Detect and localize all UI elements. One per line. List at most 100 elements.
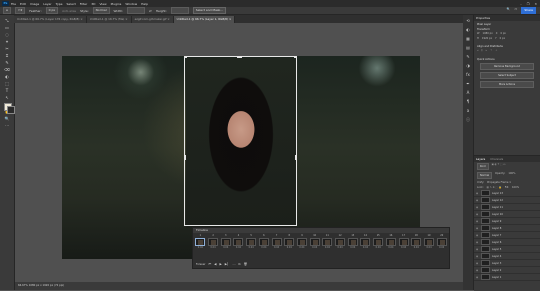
timeline-frame[interactable]: 10 0.04 — [309, 234, 320, 250]
timeline-frame[interactable]: 13 0.04 — [347, 234, 358, 250]
glyphs-icon[interactable]: a — [464, 107, 472, 114]
frame-delay[interactable]: 0.04 — [198, 246, 203, 249]
brush-icon[interactable]: ✎ — [464, 53, 472, 60]
marquee-tool-preset-icon[interactable]: ▭▾ — [14, 7, 26, 14]
frame-delay[interactable]: 0.04 — [236, 246, 241, 249]
align-right-icon[interactable]: ⫸ — [486, 49, 487, 52]
frame-delay[interactable]: 0.04 — [426, 246, 431, 249]
home-icon[interactable]: ⌂ — [3, 7, 11, 14]
tool-icon[interactable]: ✂ — [2, 46, 12, 52]
menu-item-window[interactable]: Window — [125, 2, 137, 6]
share-button[interactable]: Share — [521, 7, 536, 14]
y-input[interactable]: 0 px — [500, 37, 505, 40]
visibility-eye-icon[interactable]: ◉ — [476, 255, 479, 258]
transform-handle-top-left[interactable] — [184, 56, 187, 58]
visibility-eye-icon[interactable]: ◉ — [476, 213, 479, 216]
tool-icon[interactable]: ⌗ — [2, 53, 12, 59]
minimize-button[interactable]: – — [520, 2, 522, 6]
tool-icon[interactable]: T — [2, 88, 12, 94]
tool-icon[interactable]: ✎ — [2, 60, 12, 66]
layer-row[interactable]: ◉ Layer 7 — [474, 232, 540, 239]
frame-delay[interactable]: 0.04 — [261, 246, 266, 249]
propagate-checkbox[interactable]: Propagate Frame 1 — [487, 181, 511, 184]
lock-icons[interactable]: ▦ ✎ ✥ ⬚ 🔒 — [487, 186, 502, 189]
tool-icon[interactable]: ⤡ — [2, 18, 12, 24]
gradient-icon[interactable]: ▤ — [464, 44, 472, 51]
frame-delay[interactable]: 0.04 — [223, 246, 228, 249]
loop-select[interactable]: Forever — [196, 263, 205, 266]
visibility-eye-icon[interactable]: ◉ — [476, 262, 479, 265]
frame-delay[interactable]: 0.04 — [312, 246, 317, 249]
delete-frame-icon[interactable]: 🗑 — [244, 262, 248, 266]
visibility-eye-icon[interactable]: ◉ — [476, 192, 479, 195]
duplicate-frame-icon[interactable]: ⧉ — [238, 262, 240, 266]
adjustments-icon[interactable]: ◑ — [464, 62, 472, 69]
frame-delay[interactable]: 0.04 — [210, 246, 215, 249]
menu-item-image[interactable]: Image — [30, 2, 39, 6]
frame-delay[interactable]: 0.04 — [325, 246, 330, 249]
style-select[interactable]: Normal — [92, 7, 110, 14]
close-tab-icon[interactable]: × — [80, 17, 82, 21]
styles-icon[interactable]: fx — [464, 71, 472, 78]
frame-delay[interactable]: 0.04 — [376, 246, 381, 249]
visibility-eye-icon[interactable]: ◉ — [476, 276, 479, 279]
tab-layers[interactable]: Layers — [476, 156, 485, 162]
align-left-icon[interactable]: ⫷ — [477, 49, 478, 52]
timeline-frame[interactable]: 3 0.04 — [220, 234, 231, 250]
maximize-button[interactable]: ❐ — [527, 2, 530, 6]
frame-delay[interactable]: 0.04 — [439, 246, 444, 249]
visibility-eye-icon[interactable]: ◉ — [476, 220, 479, 223]
tool-icon[interactable]: ⬚ — [2, 81, 12, 87]
info-icon[interactable]: ⓘ — [464, 116, 472, 123]
paragraph-icon[interactable]: ¶ — [464, 98, 472, 105]
timeline-frame[interactable]: 12 0.04 — [335, 234, 346, 250]
menu-item-layer[interactable]: Layer — [43, 2, 51, 6]
select-subject-button[interactable]: Select Subject — [480, 72, 534, 79]
paths-icon[interactable]: ✒ — [464, 80, 472, 87]
layer-row[interactable]: ◉ Layer 11 — [474, 204, 540, 211]
visibility-eye-icon[interactable]: ◉ — [476, 206, 479, 209]
remove-background-button[interactable]: Remove Background — [480, 63, 534, 70]
visibility-eye-icon[interactable]: ◉ — [476, 227, 479, 230]
menu-item-type[interactable]: Type — [56, 2, 63, 6]
close-tab-icon[interactable]: × — [124, 17, 127, 21]
fill-input[interactable]: 100% — [512, 186, 519, 189]
timeline-frame[interactable]: 19 0.04 — [424, 234, 435, 250]
background-color-swatch[interactable] — [7, 106, 15, 114]
swatches-icon[interactable]: ▦ — [464, 35, 472, 42]
timeline-frame[interactable]: 20 0.04 — [436, 234, 447, 250]
x-input[interactable]: 0 px — [500, 32, 505, 35]
close-button[interactable]: ✕ — [534, 2, 537, 6]
menu-item-filter[interactable]: Filter — [80, 2, 87, 6]
document-tab[interactable]: ezgif.com-gif-maker.gif × — [131, 16, 174, 23]
tool-icon[interactable]: ◐ — [2, 74, 12, 80]
timeline-frame[interactable]: 7 0.04 — [271, 234, 282, 250]
menu-item-select[interactable]: Select — [67, 2, 76, 6]
layer-row[interactable]: ◉ Layer 10 — [474, 211, 540, 218]
transform-handle-top-right[interactable] — [294, 56, 297, 58]
color-icon[interactable]: ◐ — [464, 26, 472, 33]
visibility-eye-icon[interactable]: ◉ — [476, 199, 479, 202]
feather-input[interactable]: 0 px — [45, 7, 59, 14]
layer-row[interactable]: ◉ Layer 5 — [474, 246, 540, 253]
timeline-frame[interactable]: 11 0.04 — [322, 234, 333, 250]
visibility-eye-icon[interactable]: ◉ — [476, 241, 479, 244]
history-icon[interactable]: ⟲ — [464, 17, 472, 24]
tool-icon[interactable]: ⌫ — [2, 67, 12, 73]
transform-selection-box[interactable] — [184, 56, 297, 226]
tab-channels[interactable]: Channels — [490, 156, 503, 162]
timeline-frame[interactable]: 14 0.04 — [360, 234, 371, 250]
w-input[interactable]: 1080 px — [482, 32, 492, 35]
workspace-icon[interactable]: ▭ — [514, 7, 517, 14]
blend-mode-select[interactable]: Normal — [477, 172, 493, 179]
timeline-frame[interactable]: 9 0.04 — [296, 234, 308, 250]
kind-filter-select[interactable]: Kind — [477, 163, 489, 170]
align-center-icon[interactable]: ⫼ — [481, 49, 482, 52]
document-tab[interactable]: Untitled-1 @ 66.7% (Layer 176 copy, RGB/… — [14, 16, 87, 23]
frame-delay[interactable]: 0.04 — [388, 246, 393, 249]
swap-icon[interactable]: ⇄ — [149, 9, 152, 13]
transform-handle-left[interactable] — [184, 155, 186, 160]
frame-delay[interactable]: 0.04 — [363, 246, 368, 249]
select-and-mask-button[interactable]: Select and Mask... — [192, 7, 227, 14]
layer-row[interactable]: ◉ Layer 2 — [474, 267, 540, 274]
